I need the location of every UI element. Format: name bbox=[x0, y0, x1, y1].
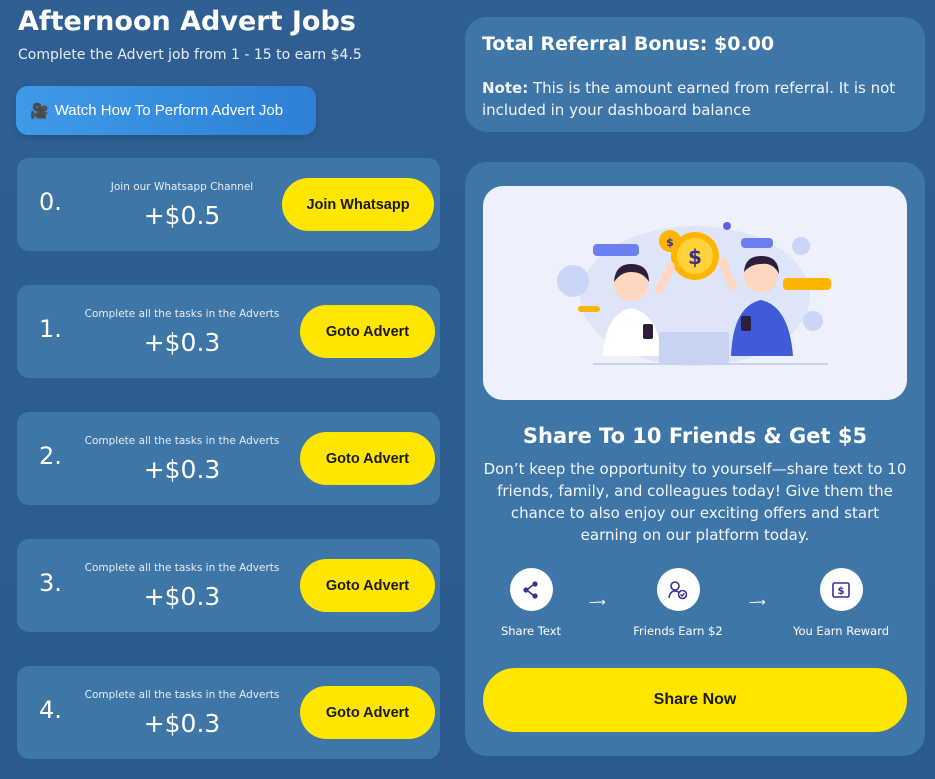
job-card-advert-4: 4. Complete all the tasks in the Adverts… bbox=[17, 666, 440, 759]
job-amount: +$0.3 bbox=[143, 582, 221, 611]
step-friends-earn: Friends Earn $2 bbox=[608, 568, 748, 638]
job-amount: +$0.3 bbox=[143, 328, 221, 357]
video-camera-icon: 🎥 bbox=[30, 102, 49, 120]
user-check-icon bbox=[656, 568, 700, 611]
arrow-icon: --→ bbox=[749, 595, 766, 609]
watch-tutorial-button[interactable]: 🎥 Watch How To Perform Advert Job bbox=[16, 86, 316, 135]
svg-text:$: $ bbox=[688, 245, 702, 269]
job-card-advert-3: 3. Complete all the tasks in the Adverts… bbox=[17, 539, 440, 632]
share-icon bbox=[509, 568, 553, 611]
share-now-button[interactable]: Share Now bbox=[483, 668, 907, 732]
job-card-whatsapp: 0. Join our Whatsapp Channel +$0.5 Join … bbox=[17, 158, 440, 251]
step-label: Friends Earn $2 bbox=[633, 624, 723, 638]
page-subtitle: Complete the Advert job from 1 - 15 to e… bbox=[18, 47, 362, 63]
job-card-advert-2: 2. Complete all the tasks in the Adverts… bbox=[17, 412, 440, 505]
referral-bonus-title: Total Referral Bonus: $0.00 bbox=[482, 33, 774, 55]
job-card-advert-1: 1. Complete all the tasks in the Adverts… bbox=[17, 285, 440, 378]
step-label: Share Text bbox=[500, 624, 562, 638]
referral-illustration: $ $ bbox=[483, 186, 907, 400]
goto-advert-button-2[interactable]: Goto Advert bbox=[300, 432, 435, 485]
referral-note-label: Note: bbox=[482, 79, 529, 97]
goto-advert-button-4[interactable]: Goto Advert bbox=[300, 686, 435, 739]
job-amount: +$0.3 bbox=[143, 709, 221, 738]
job-index: 3. bbox=[39, 569, 62, 597]
page-title: Afternoon Advert Jobs bbox=[18, 6, 356, 37]
job-description: Join our Whatsapp Channel bbox=[110, 181, 254, 193]
step-share-text: Share Text bbox=[461, 568, 601, 638]
job-index: 1. bbox=[39, 315, 62, 343]
goto-advert-button-3[interactable]: Goto Advert bbox=[300, 559, 435, 612]
job-description: Complete all the tasks in the Adverts bbox=[84, 308, 280, 320]
join-whatsapp-button[interactable]: Join Whatsapp bbox=[282, 178, 434, 231]
job-index: 2. bbox=[39, 442, 62, 470]
referral-bonus-value: $0.00 bbox=[714, 33, 775, 55]
share-card: $ $ Share To 10 Friends & Get $5 Don’t k… bbox=[465, 162, 925, 756]
job-index: 0. bbox=[39, 188, 62, 216]
job-index: 4. bbox=[39, 696, 62, 724]
svg-text:$: $ bbox=[838, 586, 845, 597]
watch-tutorial-label: Watch How To Perform Advert Job bbox=[54, 102, 284, 119]
referral-bonus-card: Total Referral Bonus: $0.00 Note: This i… bbox=[465, 17, 925, 132]
svg-text:$: $ bbox=[666, 236, 674, 249]
step-label: You Earn Reward bbox=[792, 624, 890, 638]
referral-note-text: This is the amount earned from referral.… bbox=[482, 79, 896, 119]
share-description: Don’t keep the opportunity to yourself—s… bbox=[483, 460, 907, 544]
arrow-icon: --→ bbox=[589, 595, 606, 609]
goto-advert-button-1[interactable]: Goto Advert bbox=[300, 305, 435, 358]
referral-bonus-label: Total Referral Bonus: bbox=[482, 33, 708, 55]
job-amount: +$0.3 bbox=[143, 455, 221, 484]
referral-note: Note: This is the amount earned from ref… bbox=[482, 77, 902, 121]
dollar-bill-icon: $ bbox=[819, 568, 863, 611]
share-title: Share To 10 Friends & Get $5 bbox=[522, 424, 868, 448]
job-description: Complete all the tasks in the Adverts bbox=[84, 435, 280, 447]
job-description: Complete all the tasks in the Adverts bbox=[84, 689, 280, 701]
friends-sharing-illustration: $ $ bbox=[557, 222, 831, 366]
job-amount: +$0.5 bbox=[143, 201, 221, 230]
step-you-earn: $ You Earn Reward bbox=[771, 568, 911, 638]
job-description: Complete all the tasks in the Adverts bbox=[84, 562, 280, 574]
